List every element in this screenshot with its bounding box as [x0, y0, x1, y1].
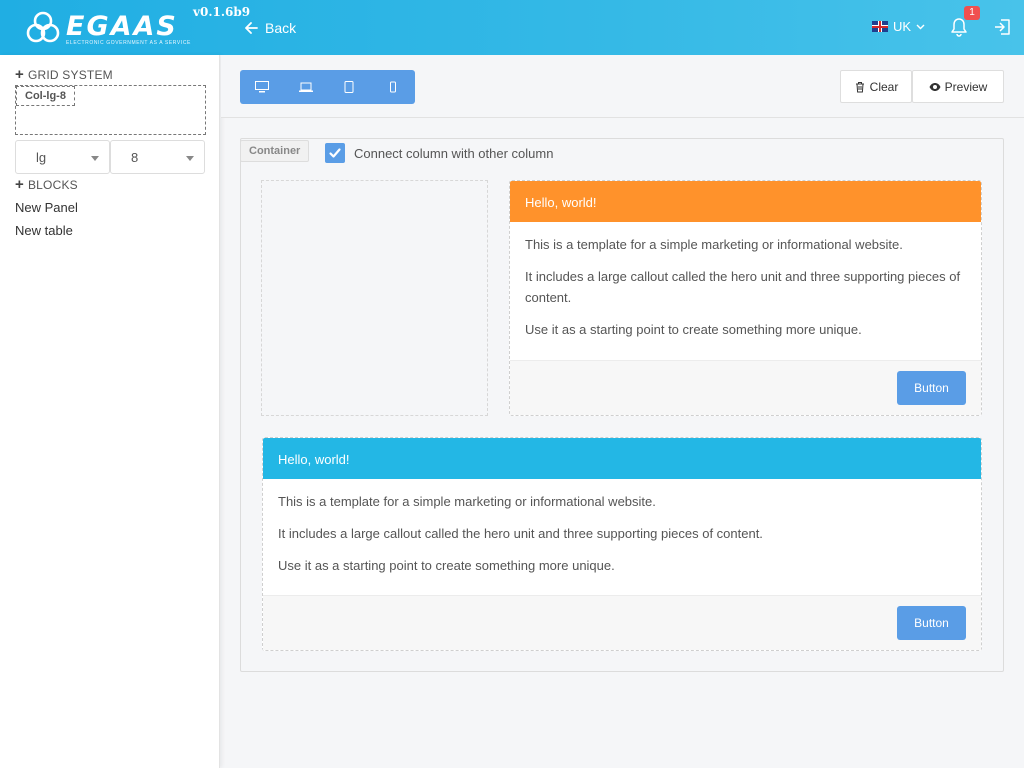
phone-icon: [390, 81, 397, 93]
panel-text-line: It includes a large callout called the h…: [525, 269, 961, 305]
block-new-table[interactable]: New table: [15, 223, 73, 238]
logout-icon[interactable]: [994, 18, 1012, 36]
logo-tagline: ELECTRONIC GOVERNMENT AS A SERVICE: [66, 40, 191, 46]
panel-text-line: It includes a large callout called the h…: [278, 526, 763, 541]
caret-down-icon: [186, 156, 194, 161]
clear-label: Clear: [869, 79, 899, 94]
plus-icon: +: [15, 66, 24, 83]
blocks-label: BLOCKS: [27, 178, 78, 192]
chevron-down-icon: [916, 24, 925, 29]
size-select[interactable]: lg: [15, 140, 110, 174]
egaas-logo[interactable]: EGAAS ELECTRONIC GOVERNMENT AS A SERVICE: [24, 9, 199, 49]
builder-sidebar: + GRID SYSTEM Col-lg-8 lg 8 + BLOCKS New…: [0, 55, 220, 768]
desktop-view-button[interactable]: [240, 70, 284, 104]
grid-drop-zone[interactable]: Col-lg-8: [15, 85, 206, 135]
panel-orange[interactable]: Hello, world! This is a template for a s…: [509, 180, 982, 416]
tablet-view-button[interactable]: [328, 70, 372, 104]
bell-icon[interactable]: [950, 17, 968, 37]
panel-footer: Button: [263, 595, 981, 650]
language-label: UK: [893, 19, 912, 34]
panel-footer: Button: [510, 360, 981, 415]
panel-text-line: This is a template for a simple marketin…: [278, 494, 656, 509]
connect-column-checkbox[interactable]: [325, 143, 345, 163]
preview-button[interactable]: Preview: [912, 70, 1004, 103]
empty-column-drop-zone[interactable]: [261, 180, 488, 416]
desktop-icon: [254, 81, 269, 93]
check-icon: [329, 148, 341, 158]
phone-view-button[interactable]: [371, 70, 415, 104]
container-tag[interactable]: Container: [240, 140, 310, 162]
panel-body: This is a template for a simple marketin…: [263, 479, 981, 591]
panel-text-line: Use it as a starting point to create som…: [278, 558, 615, 573]
grid-system-label: GRID SYSTEM: [27, 68, 113, 82]
trash-icon: [855, 81, 864, 92]
blocks-heading[interactable]: + BLOCKS: [15, 176, 78, 193]
preview-label: Preview: [944, 79, 988, 94]
uk-flag-icon: [872, 21, 888, 32]
columns-select[interactable]: 8: [110, 140, 205, 174]
version-label: v0.1.6b9: [193, 5, 251, 19]
grid-column-chip[interactable]: Col-lg-8: [16, 86, 75, 106]
eye-icon: [929, 82, 941, 91]
panel-heading: Hello, world!: [263, 438, 981, 479]
panel-button[interactable]: Button: [897, 606, 966, 640]
logo-mark-icon: [26, 11, 60, 43]
tablet-icon: [344, 81, 354, 93]
back-label: Back: [265, 20, 297, 36]
editor-toolbar: Clear Preview: [221, 55, 1024, 118]
grid-system-heading[interactable]: + GRID SYSTEM: [15, 66, 113, 83]
columns-select-value: 8: [131, 150, 139, 165]
panel-blue[interactable]: Hello, world! This is a template for a s…: [262, 437, 982, 651]
clear-button[interactable]: Clear: [840, 70, 912, 103]
plus-icon: +: [15, 176, 24, 193]
language-selector[interactable]: UK: [872, 19, 925, 34]
caret-down-icon: [91, 156, 99, 161]
logo-wordmark: EGAAS: [66, 11, 178, 42]
panel-text-line: Use it as a starting point to create som…: [525, 322, 862, 337]
block-new-panel[interactable]: New Panel: [15, 200, 78, 215]
size-select-value: lg: [36, 150, 47, 165]
panel-button[interactable]: Button: [897, 371, 966, 405]
device-switcher: [240, 70, 415, 104]
top-header: EGAAS ELECTRONIC GOVERNMENT AS A SERVICE…: [0, 0, 1024, 55]
notification-badge: 1: [964, 6, 980, 20]
panel-text-line: This is a template for a simple marketin…: [525, 237, 903, 252]
connect-column-label: Connect column with other column: [354, 146, 554, 161]
panel-heading: Hello, world!: [510, 181, 981, 222]
laptop-view-button[interactable]: [284, 70, 328, 104]
back-button[interactable]: Back: [243, 17, 296, 39]
arrow-left-icon: [245, 22, 258, 34]
laptop-icon: [298, 82, 313, 92]
panel-body: This is a template for a simple marketin…: [510, 222, 981, 355]
